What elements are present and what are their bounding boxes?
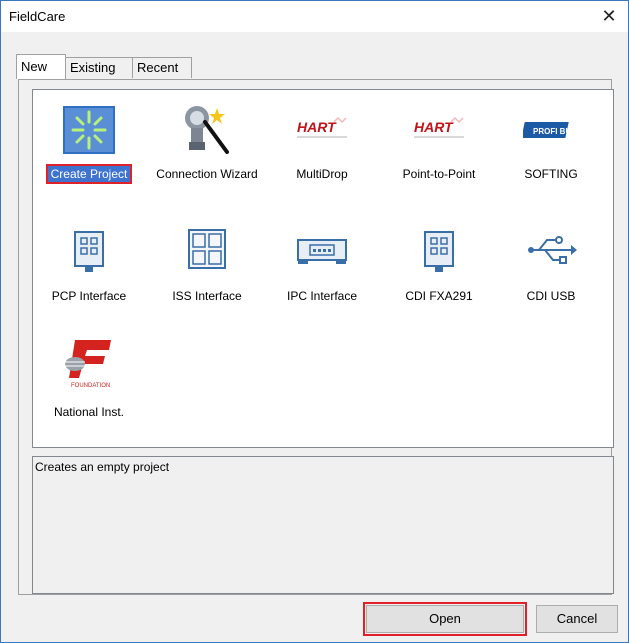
- hart-icon: HART: [294, 102, 350, 158]
- open-button[interactable]: Open: [363, 602, 527, 636]
- item-label: IPC Interface: [286, 289, 358, 303]
- connection-wizard-icon: [179, 102, 235, 158]
- interface-grid-icon: [179, 224, 235, 280]
- item-label: CDI FXA291: [405, 289, 473, 303]
- tab-new[interactable]: New: [16, 54, 66, 79]
- create-project-icon: [61, 102, 117, 158]
- cancel-button[interactable]: Cancel: [536, 605, 618, 633]
- ipc-card-icon: [294, 224, 350, 280]
- item-label: MultiDrop: [296, 167, 348, 181]
- interface-module-icon: [411, 224, 467, 280]
- item-label: SOFTING: [524, 167, 578, 181]
- item-label: Create Project: [45, 164, 133, 184]
- item-label: CDI USB: [526, 289, 576, 303]
- window-title: FieldCare: [9, 9, 66, 24]
- profibus-logo-text: PROFI BUS: [533, 127, 577, 136]
- item-label: ISS Interface: [172, 289, 242, 303]
- item-label: Point-to-Point: [402, 167, 476, 181]
- description-text: Creates an empty project: [35, 460, 170, 474]
- project-type-list: Create Project Connection Wizard HART Mu…: [32, 89, 614, 448]
- foundation-logo-text: FOUNDATION: [71, 383, 110, 389]
- usb-icon: [523, 224, 579, 280]
- tab-recent[interactable]: Recent: [132, 57, 192, 78]
- tab-existing[interactable]: Existing: [65, 57, 133, 78]
- item-label: Connection Wizard: [156, 167, 258, 181]
- foundation-fieldbus-icon: FOUNDATION: [61, 334, 117, 390]
- interface-module-icon: [61, 224, 117, 280]
- profibus-icon: PROFI BUS: [521, 102, 579, 158]
- description-panel: Creates an empty project: [32, 456, 614, 594]
- close-icon[interactable]: ✕: [598, 5, 620, 27]
- item-label: National Inst.: [53, 405, 125, 419]
- title-bar: FieldCare ✕: [1, 1, 628, 32]
- item-label: PCP Interface: [51, 289, 127, 303]
- hart-logo-text: HART: [297, 119, 337, 135]
- hart-icon: HART: [411, 102, 467, 158]
- hart-logo-text: HART: [414, 119, 454, 135]
